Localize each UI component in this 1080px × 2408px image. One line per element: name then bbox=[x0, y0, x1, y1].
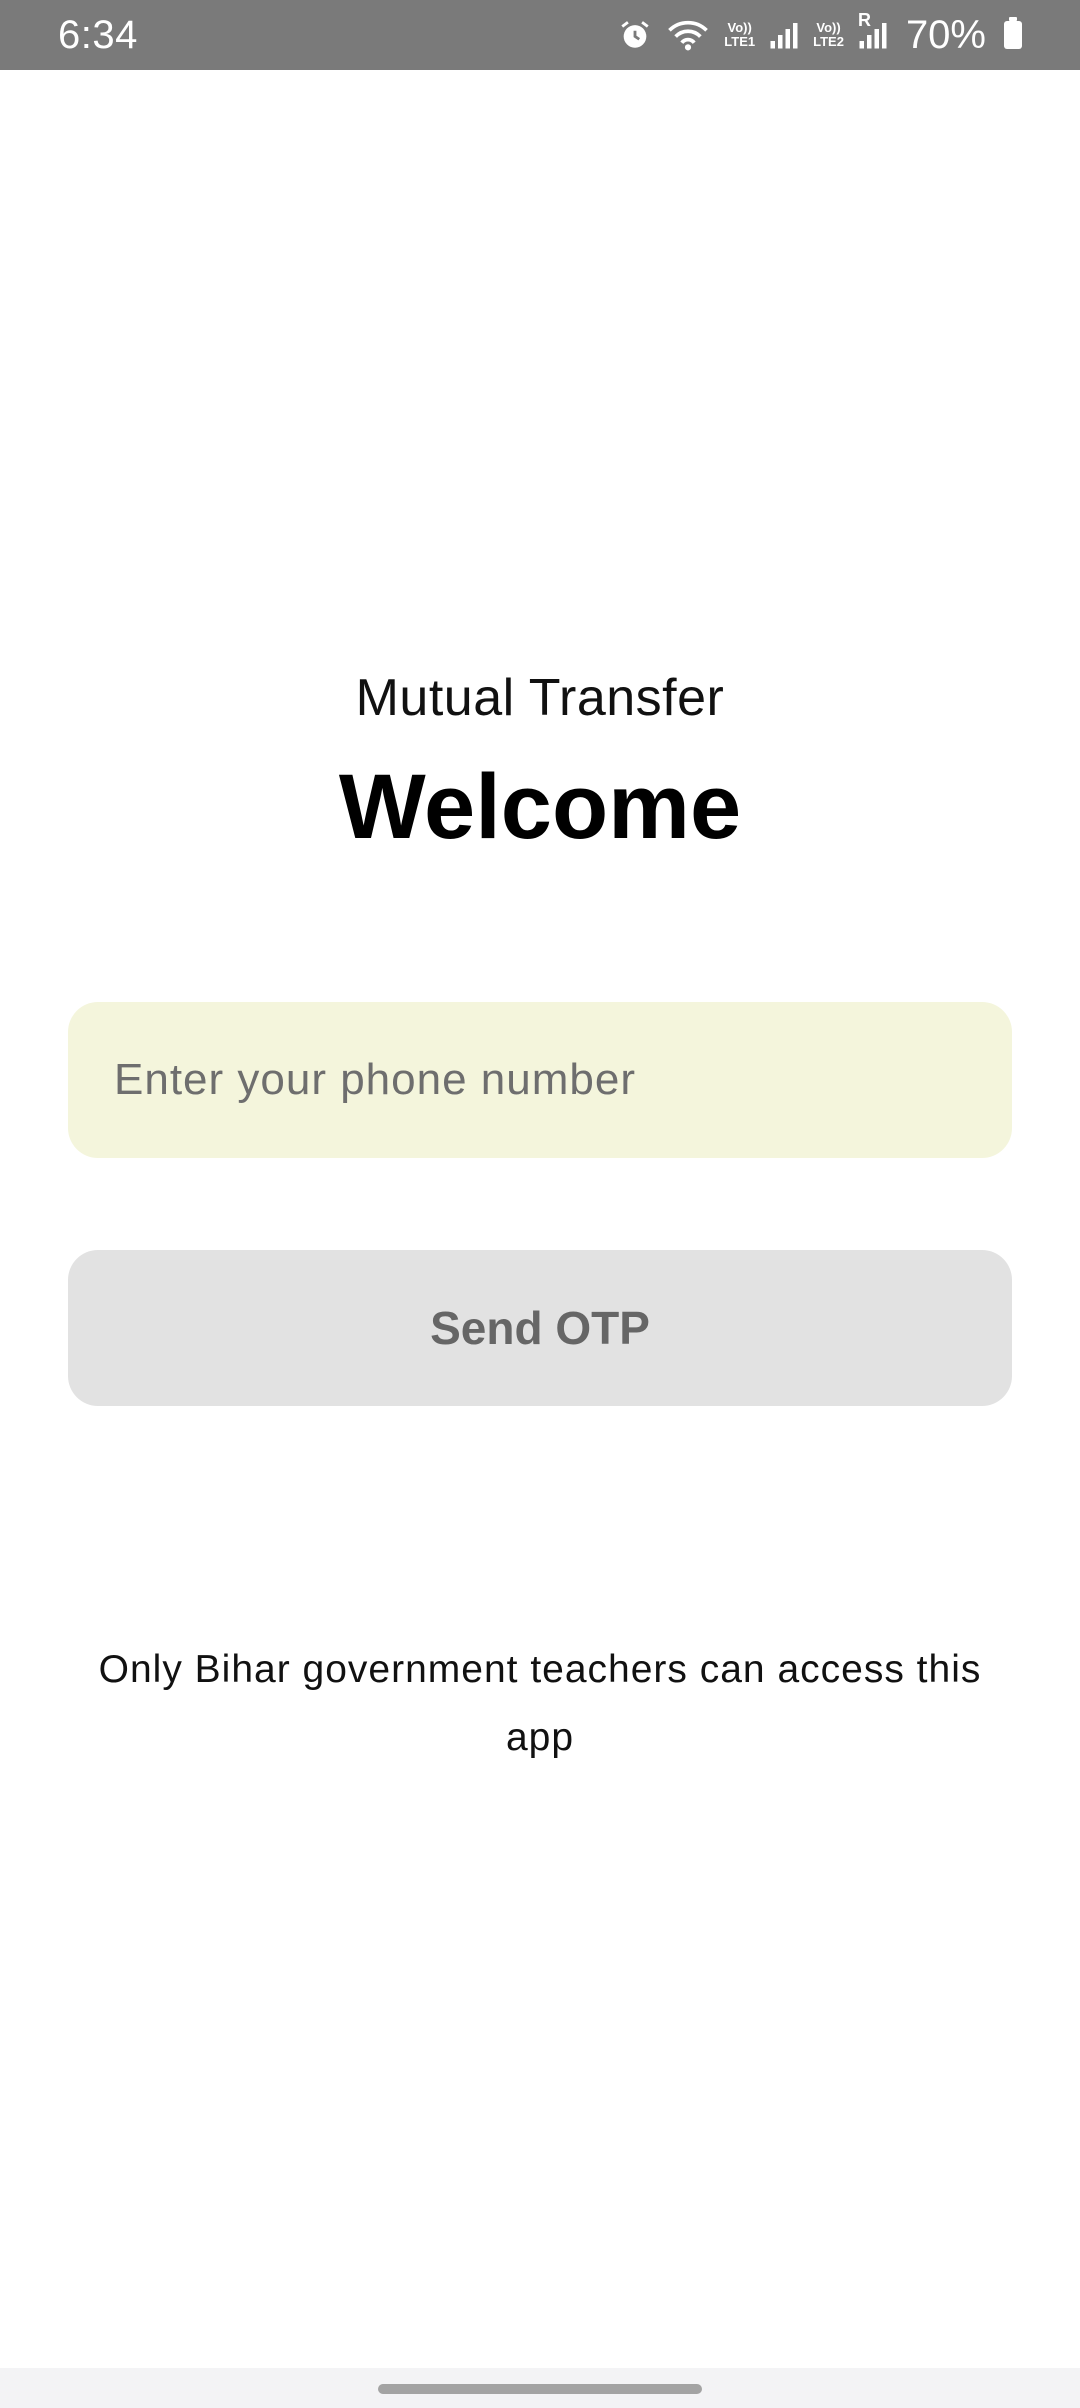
roaming-label: R bbox=[857, 10, 871, 30]
app-title: Mutual Transfer bbox=[355, 669, 725, 727]
alarm-icon bbox=[618, 18, 652, 52]
battery-icon bbox=[1004, 17, 1022, 49]
wifi-icon bbox=[666, 18, 710, 52]
network-label-1-bottom: LTE1 bbox=[724, 34, 756, 49]
network-label-1-top: Vo)) bbox=[727, 20, 752, 35]
roaming-signal-icon: R bbox=[858, 10, 888, 50]
status-bar: 6:34 Vo)) LTE1 Vo)) LTE2 R 70% bbox=[0, 0, 1080, 70]
access-note: Only Bihar government teachers can acces… bbox=[98, 1648, 982, 1759]
status-icons: Vo)) LTE1 Vo)) LTE2 R 70% bbox=[618, 10, 1022, 58]
status-time: 6:34 bbox=[58, 12, 138, 57]
phone-number-input[interactable] bbox=[68, 1002, 1012, 1158]
login-screen: 6:34 Vo)) LTE1 Vo)) LTE2 R 70% Mutual Tr… bbox=[0, 0, 1080, 2408]
network-label-1: Vo)) LTE1 bbox=[724, 21, 755, 49]
navigation-bar bbox=[0, 2368, 1080, 2408]
home-gesture-handle[interactable] bbox=[378, 2384, 702, 2394]
network-label-2-top: Vo)) bbox=[816, 20, 841, 35]
welcome-heading: Welcome bbox=[338, 756, 742, 858]
signal-icon bbox=[769, 20, 799, 50]
network-label-2-bottom: LTE2 bbox=[813, 34, 844, 49]
battery-percent: 70% bbox=[905, 12, 986, 57]
network-label-2: Vo)) LTE2 bbox=[813, 21, 844, 49]
send-otp-button[interactable]: Send OTP bbox=[68, 1250, 1012, 1406]
